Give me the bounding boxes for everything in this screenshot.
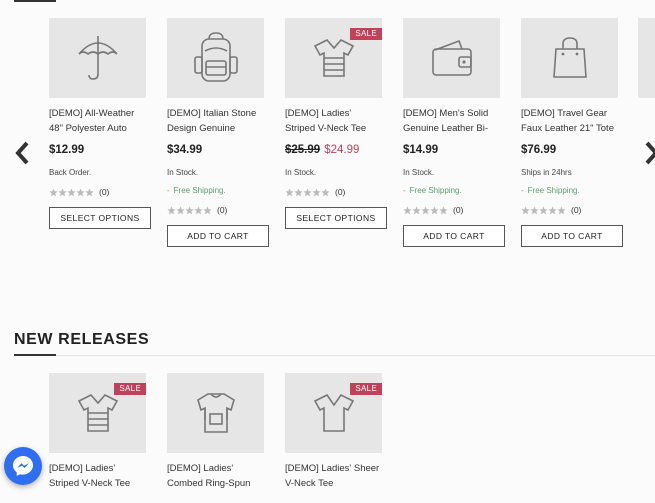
sale-badge: SALE <box>350 28 382 40</box>
product-image[interactable]: SALE <box>285 373 382 453</box>
product-image[interactable] <box>521 18 618 98</box>
carousel-prev-button[interactable] <box>12 140 34 166</box>
product-rating: (0) <box>403 203 507 217</box>
messenger-chat-button[interactable] <box>4 447 42 485</box>
product-image[interactable] <box>49 18 146 98</box>
shipping-note: - Free Shipping. <box>167 186 226 195</box>
product-price: $76.99 <box>521 144 557 156</box>
old-price: $25.99 <box>285 144 321 156</box>
backpack-icon <box>193 32 238 82</box>
product-price: $34.99 <box>167 144 203 156</box>
messenger-icon <box>13 456 33 476</box>
product-rating: (0) <box>167 203 271 217</box>
product-price: $12.99 <box>49 144 85 156</box>
product-name[interactable]: [DEMO] Ladies' Combed Ring-Spun <box>167 461 271 491</box>
rating-count: (0) <box>453 205 464 215</box>
product-price: $25.99 $24.99 <box>285 144 389 162</box>
shipping-note: - Free Shipping. <box>521 186 580 195</box>
jersey-icon <box>196 393 235 433</box>
product-name[interactable]: [DEMO] Men's Solid Genuine Leather Bi- <box>403 106 507 136</box>
product-image[interactable]: SALE <box>285 18 382 98</box>
product-card: [DEMO] Travel Gear Faux Leather 21" Tote… <box>521 18 625 247</box>
striped-tshirt-icon <box>313 39 354 77</box>
rating-count: (0) <box>571 205 582 215</box>
product-carousel: [DEMO] All-Weather 48" Polyester Auto $1… <box>0 18 655 258</box>
product-rating: (0) <box>521 203 625 217</box>
select-options-button[interactable]: SELECT OPTIONS <box>285 207 387 229</box>
product-image[interactable] <box>403 18 500 98</box>
product-card: [DEMO] Ladies' Combed Ring-Spun <box>167 373 271 491</box>
stock-status: In Stock. <box>167 168 199 177</box>
rating-count: (0) <box>217 205 228 215</box>
product-card: SALE [DEMO] Ladies' Striped V-Neck Tee $… <box>285 18 389 229</box>
rating-stars-icon <box>403 205 448 215</box>
product-image[interactable]: SALE <box>49 373 146 453</box>
new-releases-grid: SALE [DEMO] Ladies' Striped V-Neck Tee [… <box>0 373 655 503</box>
product-name[interactable]: [DEMO] Ladies' Striped V-Neck Tee <box>49 461 153 491</box>
carousel-next-button[interactable] <box>640 140 655 166</box>
select-options-button[interactable]: SELECT OPTIONS <box>49 207 151 229</box>
rating-stars-icon <box>49 187 94 197</box>
product-card-partial <box>638 18 655 258</box>
chevron-right-icon <box>645 141 655 165</box>
section-divider <box>14 355 655 356</box>
product-image[interactable] <box>167 373 264 453</box>
rating-stars-icon <box>167 205 212 215</box>
add-to-cart-button[interactable]: ADD TO CART <box>403 225 505 247</box>
wallet-icon <box>431 39 472 76</box>
product-card: [DEMO] Men's Solid Genuine Leather Bi- $… <box>403 18 507 247</box>
product-card: SALE [DEMO] Ladies' Striped V-Neck Tee <box>49 373 153 491</box>
striped-tshirt-icon <box>77 394 118 432</box>
sale-badge: SALE <box>114 383 146 395</box>
shipping-note: - Free Shipping. <box>403 186 462 195</box>
stock-status: In Stock. <box>285 168 317 177</box>
product-name[interactable]: [DEMO] Italian Stone Design Genuine <box>167 106 271 136</box>
rating-stars-icon <box>285 187 330 197</box>
product-name[interactable]: [DEMO] All-Weather 48" Polyester Auto <box>49 106 153 136</box>
product-image[interactable] <box>167 18 264 98</box>
section-title-underline <box>14 354 56 356</box>
product-rating: (0) <box>285 185 389 199</box>
product-price: $14.99 <box>403 144 439 156</box>
rating-count: (0) <box>335 187 346 197</box>
new-releases-title: NEW RELEASES <box>14 331 150 348</box>
umbrella-icon <box>77 36 118 80</box>
rating-stars-icon <box>521 205 566 215</box>
stock-status: Back Order. <box>49 168 92 177</box>
product-card: [DEMO] Italian Stone Design Genuine $34.… <box>167 18 271 247</box>
stock-status: Ships in 24hrs <box>521 168 572 177</box>
product-card: SALE [DEMO] Ladies' Sheer V-Neck Tee <box>285 373 389 491</box>
sale-price: $24.99 <box>324 144 360 156</box>
product-card: [DEMO] All-Weather 48" Polyester Auto $1… <box>49 18 153 229</box>
tote-bag-icon <box>552 37 587 78</box>
chevron-left-icon <box>15 141 29 165</box>
sale-badge: SALE <box>350 383 382 395</box>
add-to-cart-button[interactable]: ADD TO CART <box>167 225 269 247</box>
product-name[interactable]: [DEMO] Ladies' Sheer V-Neck Tee <box>285 461 389 491</box>
product-rating: (0) <box>49 185 153 199</box>
section-title-underline <box>14 0 56 2</box>
add-to-cart-button[interactable]: ADD TO CART <box>521 225 623 247</box>
rating-count: (0) <box>99 187 110 197</box>
vneck-tshirt-icon <box>313 393 354 432</box>
product-name[interactable]: [DEMO] Ladies' Striped V-Neck Tee <box>285 106 389 136</box>
stock-status: In Stock. <box>403 168 435 177</box>
product-name[interactable]: [DEMO] Travel Gear Faux Leather 21" Tote <box>521 106 625 136</box>
